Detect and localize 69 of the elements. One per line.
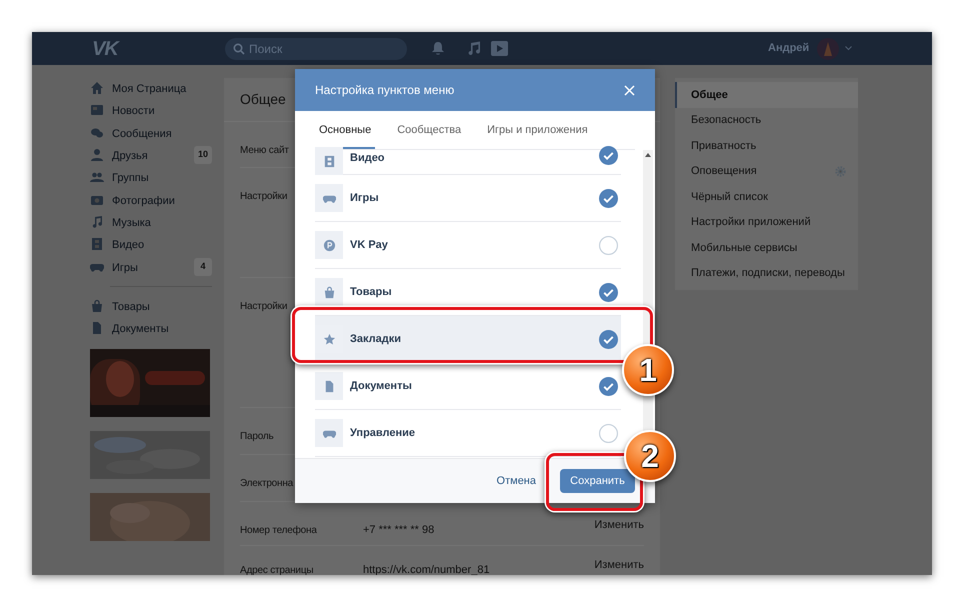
people-icon [90, 170, 104, 184]
tab-label: Оповещения [691, 164, 758, 179]
field-label: Пароль [240, 431, 274, 442]
field-label: Настройки [240, 301, 288, 312]
bell-icon[interactable] [431, 41, 445, 56]
checkbox[interactable] [599, 236, 618, 254]
chat-bubbles-icon [90, 126, 104, 140]
menu-tab[interactable]: Чёрный список [675, 184, 858, 210]
home-icon [90, 81, 104, 96]
chevron-down-icon[interactable] [845, 46, 852, 51]
document-icon [90, 321, 104, 336]
menu-item[interactable]: Товары [112, 300, 150, 313]
menu-item[interactable]: Друзья [112, 150, 148, 162]
bag-icon [90, 298, 104, 313]
user-name[interactable]: Андрей [768, 40, 810, 57]
coin-icon [322, 238, 336, 252]
search-icon [233, 42, 245, 54]
star-icon [322, 332, 336, 346]
checkbox[interactable] [599, 376, 618, 396]
menu-item[interactable]: Музыка [112, 216, 151, 229]
menu-item[interactable]: Новости [112, 105, 155, 118]
checkbox[interactable] [599, 330, 618, 348]
menu-item[interactable]: Моя Страница [112, 83, 186, 96]
menu-item[interactable]: Сообщения [112, 128, 172, 140]
music-note-icon [90, 214, 104, 229]
count-badge: 10 [194, 146, 212, 164]
menu-tab[interactable]: Общее [675, 82, 858, 108]
music-icon[interactable] [467, 41, 481, 56]
menu-tab[interactable]: Настройки приложений [675, 210, 858, 235]
film-icon [90, 237, 104, 252]
film-icon [322, 154, 336, 168]
menu-tab[interactable]: Приватность [675, 133, 858, 158]
gear-icon[interactable] [835, 166, 846, 177]
checkbox[interactable] [599, 146, 618, 165]
play-icon[interactable] [491, 41, 508, 56]
field-label: Меню сайт [240, 145, 289, 156]
field-label: Адрес страницы [240, 565, 314, 575]
field-label: Настройки [240, 191, 288, 202]
person-icon [90, 148, 104, 162]
logo[interactable]: VK [92, 34, 225, 64]
avatar[interactable] [817, 38, 840, 60]
cancel-button[interactable]: Отмена [496, 472, 536, 490]
menu-item[interactable]: Группы [112, 172, 149, 184]
menu-item[interactable]: Фотографии [112, 194, 175, 207]
save-button[interactable]: Сохранить [560, 469, 635, 493]
field-label: Номер телефона [240, 525, 317, 536]
menu-tab[interactable]: Оповещения [675, 158, 858, 184]
field-label: Электронна [240, 478, 294, 489]
menu-tab[interactable]: Платежи, подписки, переводы [675, 260, 858, 286]
checkbox[interactable] [599, 424, 618, 442]
search-input: Поиск [249, 40, 389, 58]
search-field[interactable]: Поиск [225, 38, 407, 60]
menu-item[interactable]: Видео [112, 239, 144, 252]
menu-item[interactable]: Игры [112, 262, 138, 274]
field-value: https://vk.com/number_81 [363, 564, 490, 575]
count-badge: 4 [194, 258, 212, 276]
menu-tab[interactable]: Безопасность [675, 108, 858, 133]
close-icon[interactable] [624, 84, 635, 96]
change-link[interactable]: Изменить [594, 517, 644, 531]
menu-tab[interactable]: Мобильные сервисы [675, 235, 858, 260]
scroll-up-icon[interactable] [645, 153, 651, 157]
bag-icon [322, 286, 336, 298]
checkbox[interactable] [599, 188, 618, 208]
change-link[interactable]: Изменить [594, 557, 644, 571]
checkbox[interactable] [599, 282, 618, 302]
dialog-title: Настройка пунктов меню [315, 82, 454, 99]
newspaper-icon [90, 103, 104, 118]
menu-item[interactable]: Документы [112, 323, 169, 336]
field-value: +7 *** *** ** 98 [363, 524, 434, 536]
